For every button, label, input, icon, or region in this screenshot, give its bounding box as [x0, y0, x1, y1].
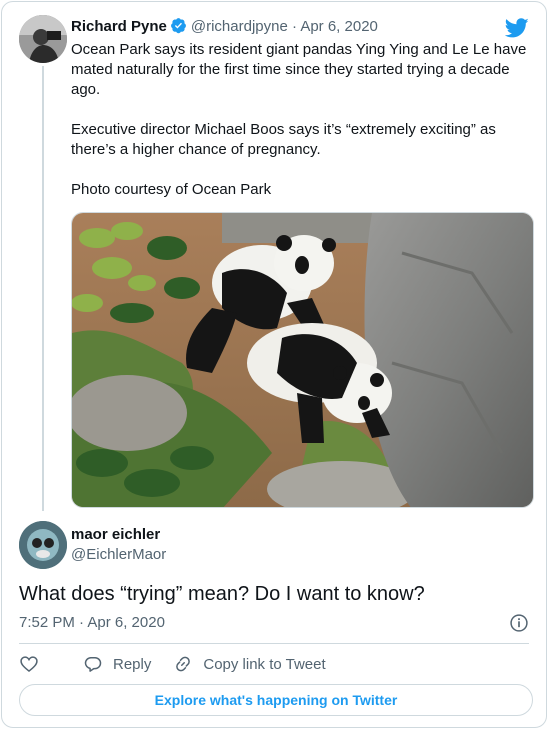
reply-author-handle[interactable]: @EichlerMaor	[71, 545, 166, 565]
reply-author-name[interactable]: maor eichler	[71, 525, 160, 545]
heart-icon	[20, 656, 38, 673]
tweet-paragraph: Photo courtesy of Ocean Park	[71, 181, 272, 198]
copy-link-button[interactable]: Copy link to Tweet	[173, 654, 326, 674]
embedded-tweet-card: Richard Pyne @richardjpyne · Apr 6, 2020 …	[1, 1, 547, 728]
reply-tweet-text: What does “trying” mean? Do I want to kn…	[19, 583, 425, 605]
tweet-paragraph: Ocean Park says its resident giant panda…	[71, 41, 527, 98]
avatar-image	[19, 15, 67, 63]
tweet-paragraph: Executive director Michael Boos says it’…	[71, 121, 496, 158]
like-button[interactable]	[19, 654, 39, 674]
reply-label: Reply	[113, 655, 152, 673]
link-icon	[176, 656, 191, 672]
parent-tweet-text: Ocean Park says its resident giant panda…	[71, 40, 531, 200]
thread-connector-line	[42, 66, 44, 511]
twitter-bird-icon[interactable]	[505, 16, 529, 40]
reply-button[interactable]: Reply	[83, 654, 151, 674]
tweet-photo[interactable]	[71, 212, 534, 508]
header-separator: ·	[291, 18, 297, 35]
explore-twitter-button[interactable]: Explore what's happening on Twitter	[19, 684, 533, 716]
tweet-actions-bar: Reply Copy link to Tweet	[19, 652, 348, 676]
reply-icon	[84, 657, 102, 672]
divider	[19, 643, 529, 644]
parent-tweet-header: Richard Pyne @richardjpyne · Apr 6, 2020	[71, 17, 378, 37]
verified-badge-icon	[170, 18, 186, 34]
panda-photo-image	[72, 213, 533, 507]
author-handle[interactable]: @richardjpyne	[191, 18, 288, 35]
author-name[interactable]: Richard Pyne	[71, 18, 167, 35]
tweet-date[interactable]: Apr 6, 2020	[300, 18, 378, 35]
copy-link-label: Copy link to Tweet	[203, 655, 326, 673]
author-avatar[interactable]	[19, 15, 67, 63]
reply-timestamp[interactable]: 7:52 PM · Apr 6, 2020	[19, 613, 165, 633]
reply-author-avatar[interactable]	[19, 521, 67, 569]
info-icon[interactable]	[509, 613, 529, 633]
avatar-image	[19, 521, 67, 569]
